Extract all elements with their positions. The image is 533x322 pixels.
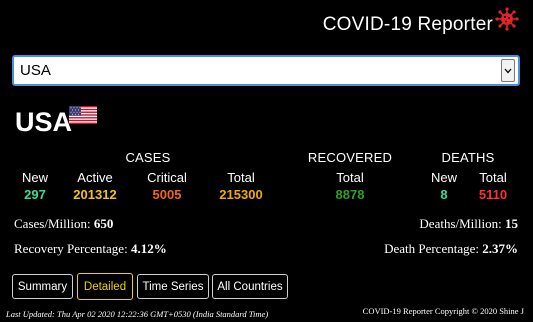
cases-total-label: Total (227, 170, 255, 185)
deaths-per-million-value: 15 (505, 216, 518, 231)
cases-active-label: Active (77, 170, 113, 185)
cases-new-label: New (21, 170, 48, 185)
deaths-total-label: Total (479, 170, 507, 185)
recovery-percentage-label: Recovery Percentage: (14, 241, 128, 256)
deaths-per-million-label: Deaths/Million: (419, 216, 502, 231)
cases-title: CASES (125, 150, 171, 165)
cases-total-value: 215300 (219, 187, 263, 202)
recovery-percentage: Recovery Percentage: 4.12% (14, 241, 167, 257)
tab-all-countries[interactable]: All Countries (212, 274, 288, 299)
app-header: COVID-19 Reporter (322, 7, 519, 36)
deaths-per-million: Deaths/Million: 15 (419, 216, 518, 232)
cases-active-value: 201312 (73, 187, 117, 202)
deaths-total-value: 5110 (478, 187, 508, 202)
recovered-total-label: Total (336, 170, 364, 185)
tab-summary[interactable]: Summary (12, 274, 73, 299)
death-percentage: Death Percentage: 2.37% (384, 241, 518, 257)
recovered-title: RECOVERED (307, 150, 393, 165)
cases-critical-label: Critical (147, 170, 187, 185)
chevron-down-icon[interactable] (501, 59, 515, 82)
country-select-value: USA (20, 62, 51, 79)
deaths-new-value: 8 (440, 187, 448, 202)
app-title: COVID-19 Reporter (322, 14, 493, 35)
death-percentage-value: 2.37% (482, 241, 518, 256)
recovery-percentage-value: 4.12% (130, 241, 167, 256)
recovered-total-value: 8878 (335, 187, 365, 202)
copyright: COVID-19 Reporter Copyright © 2020 Shine… (362, 306, 524, 316)
app-window: COVID-19 Reporter USA USA CASES New 297 … (0, 0, 533, 322)
tab-detailed[interactable]: Detailed (77, 273, 133, 300)
cases-per-million-value: 650 (93, 216, 114, 231)
tab-time-series[interactable]: Time Series (137, 274, 209, 299)
deaths-title: DEATHS (441, 150, 495, 165)
cases-new-value: 297 (24, 187, 46, 202)
cases-per-million-label: Cases/Million: (14, 216, 91, 231)
deaths-new-label: New (430, 170, 457, 185)
last-updated: Last Updated: Thu Apr 02 2020 12:22:36 G… (6, 309, 269, 319)
death-percentage-label: Death Percentage: (384, 241, 479, 256)
cases-per-million: Cases/Million: 650 (14, 216, 113, 232)
country-heading: USA (15, 107, 73, 137)
cases-critical-value: 5005 (152, 187, 182, 202)
country-select[interactable]: USA (12, 55, 520, 86)
us-flag-icon (69, 106, 97, 124)
virus-icon (495, 7, 519, 31)
